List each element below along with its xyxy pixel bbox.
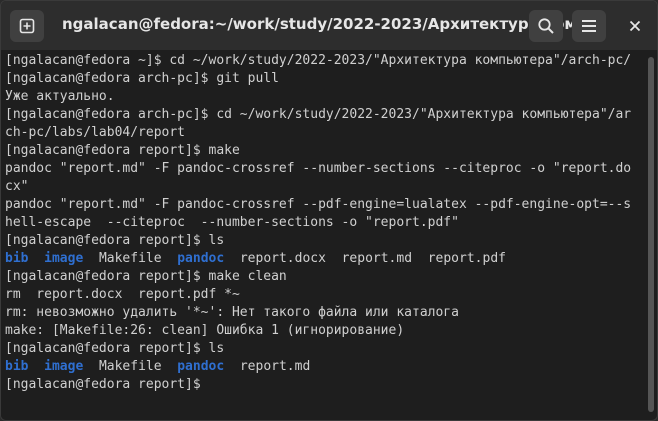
dir-pandoc: pandoc: [177, 359, 225, 374]
terminal-prompt: [ngalacan@fedora report]$: [5, 377, 201, 392]
scrollbar[interactable]: [648, 57, 654, 412]
title-bar: ngalacan@fedora:~/work/study/2022-2023/А…: [1, 1, 657, 50]
ls-output-line: bib image Makefile pandoc report.md: [5, 358, 310, 376]
terminal-line: pandoc "report.md" -F pandoc-crossref --…: [5, 197, 632, 212]
terminal-line: [ngalacan@fedora arch-pc]$ cd ~/work/stu…: [5, 107, 632, 122]
new-tab-icon: [19, 18, 35, 34]
terminal-line: pandoc "report.md" -F pandoc-crossref --…: [5, 161, 632, 176]
file-report-md: report.md: [239, 359, 311, 374]
new-tab-button[interactable]: [10, 10, 44, 42]
terminal-window: ngalacan@fedora:~/work/study/2022-2023/А…: [0, 0, 658, 421]
menu-button[interactable]: [572, 10, 606, 42]
search-icon: [537, 17, 555, 35]
file-makefile: Makefile: [98, 251, 162, 266]
terminal-line: cx": [5, 179, 29, 194]
dir-image: image: [44, 359, 84, 374]
terminal-line: [ngalacan@fedora report]$ make clean: [5, 269, 287, 284]
close-button[interactable]: [620, 10, 650, 42]
terminal-line: [ngalacan@fedora report]$ ls: [5, 341, 225, 356]
terminal-line: ch-pc/labs/lab04/report: [5, 125, 186, 140]
file-makefile: Makefile: [98, 359, 162, 374]
terminal-line: Уже актуально.: [5, 89, 115, 104]
ls-output-line: bib image Makefile pandoc report.docx re…: [5, 250, 506, 268]
dir-bib: bib: [5, 251, 29, 266]
file-report-pdf: report.pdf: [427, 251, 506, 266]
terminal-line: [ngalacan@fedora ~]$ cd ~/work/study/202…: [5, 53, 632, 68]
terminal-line: [ngalacan@fedora report]$ ls: [5, 233, 225, 248]
hamburger-menu-icon: [581, 19, 597, 33]
terminal-line: hell-escape --citeproc --number-sections…: [5, 215, 459, 230]
terminal-line: [ngalacan@fedora arch-pc]$ git pull: [5, 71, 279, 86]
dir-image: image: [44, 251, 84, 266]
terminal-line: rm: невозможно удалить '*~': Нет такого …: [5, 305, 459, 320]
terminal-line: make: [Makefile:26: clean] Ошибка 1 (игн…: [5, 323, 405, 338]
terminal-output[interactable]: [ngalacan@fedora ~]$ cd ~/work/study/202…: [1, 50, 647, 420]
dir-bib: bib: [5, 359, 29, 374]
close-icon: [629, 20, 641, 32]
dir-pandoc: pandoc: [177, 251, 225, 266]
terminal-line: rm report.docx report.pdf *~: [5, 287, 240, 302]
file-report-docx: report.docx: [239, 251, 326, 266]
window-title: ngalacan@fedora:~/work/study/2022-2023/А…: [62, 15, 597, 33]
terminal-line: [ngalacan@fedora report]$ make: [5, 143, 240, 158]
file-report-md: report.md: [341, 251, 413, 266]
search-button[interactable]: [529, 10, 563, 42]
